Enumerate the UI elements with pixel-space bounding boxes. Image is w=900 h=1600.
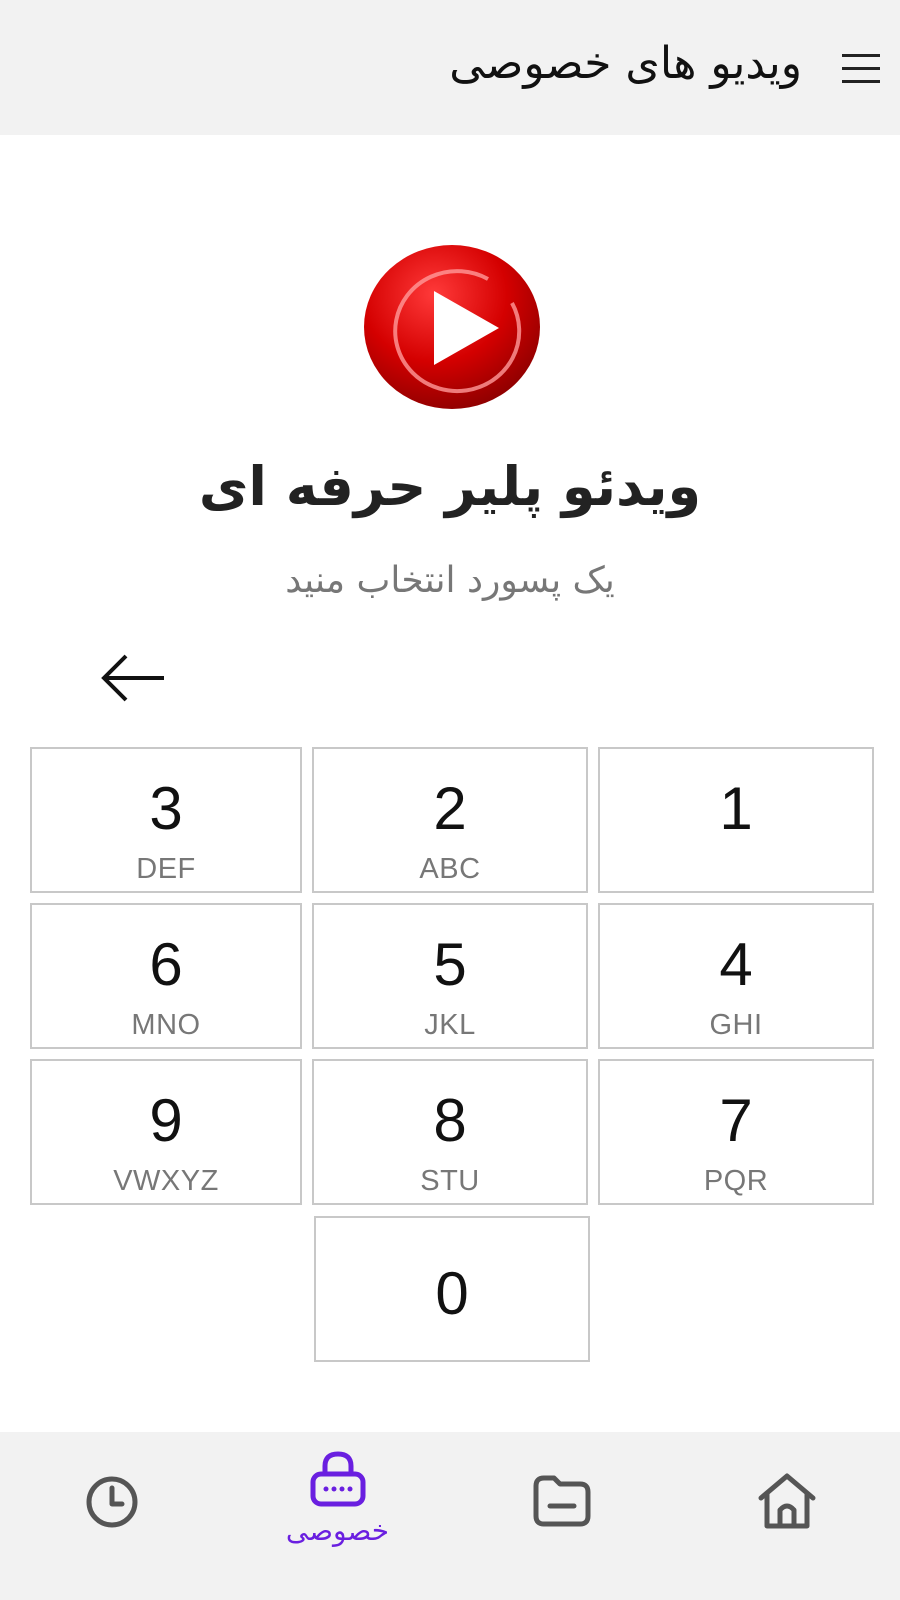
key-letters: VWXYZ: [113, 1165, 219, 1197]
nav-item-folder[interactable]: [450, 1432, 675, 1600]
key-5[interactable]: 5 JKL: [312, 903, 588, 1049]
key-digit: 1: [719, 775, 753, 842]
nav-item-private[interactable]: خصوصی: [225, 1432, 450, 1600]
key-letters: JKL: [424, 1009, 476, 1041]
nav-item-home[interactable]: [675, 1432, 900, 1600]
folder-icon: [533, 1475, 591, 1527]
key-digit: 5: [433, 931, 467, 998]
key-letters: STU: [420, 1165, 480, 1197]
key-letters: DEF: [136, 853, 196, 885]
key-4[interactable]: 4 GHI: [598, 903, 874, 1049]
key-digit: 3: [149, 775, 183, 842]
key-letters: PQR: [703, 1165, 769, 1197]
play-logo-icon: [362, 243, 542, 411]
nav-item-history[interactable]: [0, 1432, 225, 1600]
key-digit: 8: [433, 1087, 467, 1154]
clock-icon: [86, 1476, 138, 1528]
arrow-left-icon[interactable]: [98, 650, 168, 706]
key-letters: MNO: [131, 1009, 201, 1041]
top-app-bar: ویدیو های خصوصی: [0, 0, 900, 135]
lock-icon: [310, 1451, 366, 1507]
key-1[interactable]: 1: [598, 747, 874, 893]
app-screen: ویدیو های خصوصی ویدئو پلیر حرفه ای یک پس…: [0, 0, 900, 1600]
key-digit: 9: [149, 1087, 183, 1154]
key-digit: 7: [719, 1087, 753, 1154]
key-digit: 0: [435, 1260, 469, 1327]
key-6[interactable]: 6 MNO: [30, 903, 302, 1049]
key-letters: GHI: [709, 1009, 763, 1041]
key-digit: 4: [719, 931, 753, 998]
password-prompt: یک پسورد انتخاب منید: [285, 560, 615, 601]
nav-label-private: خصوصی: [285, 1514, 390, 1547]
key-8[interactable]: 8 STU: [312, 1059, 588, 1205]
hamburger-menu-icon[interactable]: [840, 48, 884, 88]
page-title: ویدیو های خصوصی: [449, 38, 802, 89]
app-name: ویدئو پلیر حرفه ای: [198, 455, 702, 518]
key-3[interactable]: 3 DEF: [30, 747, 302, 893]
key-9[interactable]: 9 VWXYZ: [30, 1059, 302, 1205]
bottom-navigation: خصوصی: [0, 1432, 900, 1600]
key-digit: 6: [149, 931, 183, 998]
key-letters: ABC: [419, 853, 481, 885]
key-digit: 2: [433, 775, 467, 842]
key-0[interactable]: 0: [314, 1216, 590, 1362]
key-7[interactable]: 7 PQR: [598, 1059, 874, 1205]
key-2[interactable]: 2 ABC: [312, 747, 588, 893]
home-icon: [758, 1473, 816, 1529]
